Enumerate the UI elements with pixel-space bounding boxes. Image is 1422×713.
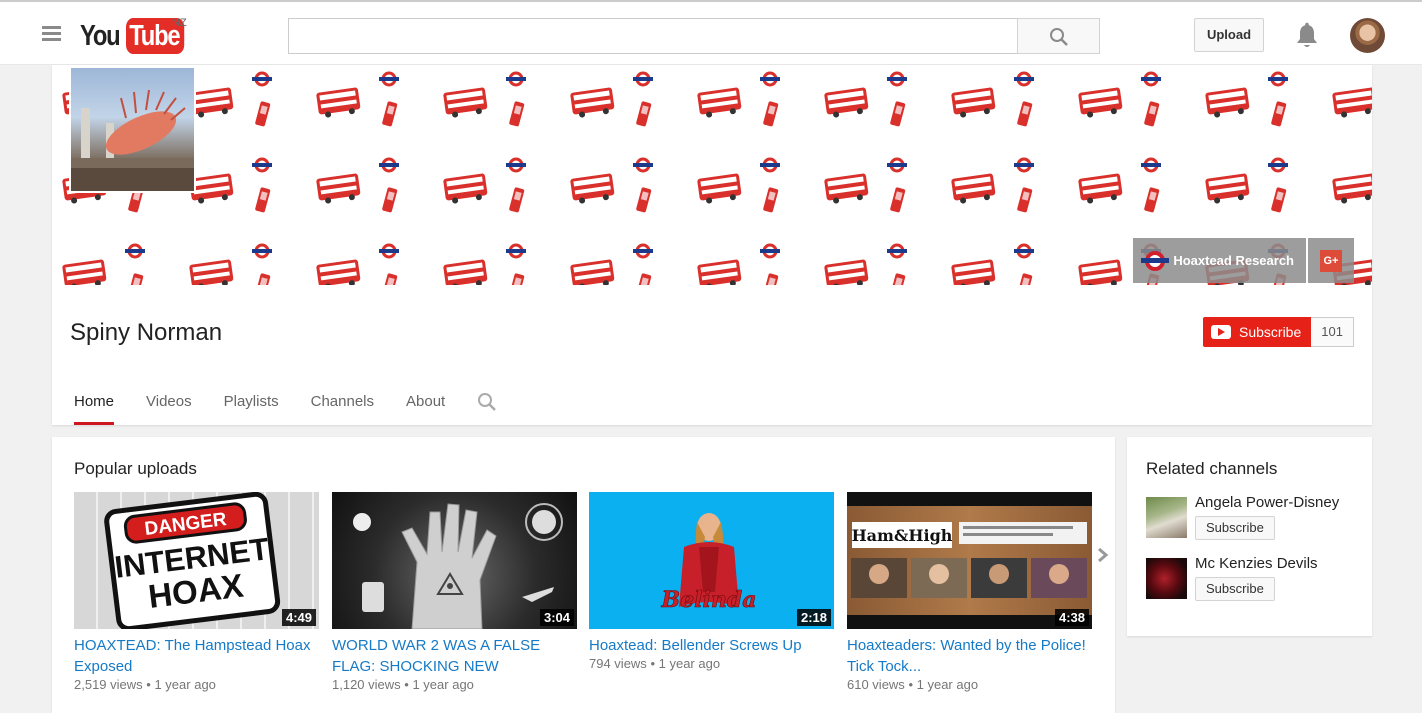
roundel-icon xyxy=(1141,250,1170,271)
upload-age: 1 year ago xyxy=(412,677,474,692)
upload-age: 1 year ago xyxy=(154,677,216,692)
channel-header: Hoaxtead Research G+ Spiny Norman Subscr… xyxy=(52,65,1372,425)
banner-link-hoaxtead-research[interactable]: Hoaxtead Research xyxy=(1133,238,1306,283)
google-plus-icon: G+ xyxy=(1320,249,1342,272)
youtube-logo[interactable]: You Tube NZ xyxy=(80,17,197,54)
subscriber-count: 101 xyxy=(1311,317,1354,347)
banner-link-label: Hoaxtead Research xyxy=(1173,253,1294,268)
upload-age: 1 year ago xyxy=(658,656,721,671)
account-avatar[interactable] xyxy=(1350,18,1385,53)
video-thumbnail[interactable]: Ham&High 4:38 xyxy=(847,492,1092,629)
subscribe-group: Subscribe 101 xyxy=(1203,317,1354,347)
tab-home[interactable]: Home xyxy=(74,383,115,425)
video-card: 3:04 WORLD WAR 2 WAS A FALSE FLAG: SHOCK… xyxy=(332,492,577,692)
subscribe-label: Subscribe xyxy=(1239,324,1302,340)
related-subscribe-button[interactable]: Subscribe xyxy=(1195,577,1275,601)
section-title: Popular uploads xyxy=(74,459,197,478)
video-meta: 794 views • 1 year ago xyxy=(589,656,834,671)
video-duration: 2:18 xyxy=(796,609,831,626)
video-title-link[interactable]: WORLD WAR 2 WAS A FALSE FLAG: SHOCKING N… xyxy=(332,635,577,677)
youtube-play-icon xyxy=(1211,325,1231,339)
meta-separator: • xyxy=(650,656,655,671)
subscribe-button[interactable]: Subscribe xyxy=(1203,317,1312,347)
related-channel-item: Angela Power-Disney Subscribe xyxy=(1146,494,1366,540)
notifications-bell-icon[interactable] xyxy=(1294,22,1320,50)
channel-search-icon[interactable] xyxy=(477,392,497,412)
region-code: NZ xyxy=(172,17,187,29)
video-duration: 3:04 xyxy=(539,609,574,626)
channel-name: Spiny Norman xyxy=(70,319,223,346)
video-duration: 4:49 xyxy=(281,609,316,626)
video-meta: 610 views • 1 year ago xyxy=(847,677,1092,692)
tab-videos[interactable]: Videos xyxy=(146,383,192,425)
video-thumbnail[interactable]: 3:04 xyxy=(332,492,577,629)
related-channel-avatar[interactable] xyxy=(1146,497,1187,538)
logo-you-text: You xyxy=(80,20,121,52)
hamburger-menu-icon[interactable] xyxy=(42,26,61,42)
chevron-right-icon[interactable] xyxy=(1097,547,1109,563)
video-meta: 2,519 views • 1 year ago xyxy=(74,677,319,692)
channel-avatar[interactable] xyxy=(69,66,196,193)
search-icon xyxy=(1050,28,1068,46)
view-count: 2,519 views xyxy=(74,677,143,692)
upload-age: 1 year ago xyxy=(916,677,979,692)
video-title-link[interactable]: HOAXTEAD: The Hampstead Hoax Exposed xyxy=(74,635,319,677)
video-card: Belinda 2:18 Hoaxtead: Bellender Screws … xyxy=(589,492,834,671)
popular-uploads-section: Popular uploads DANGER INTERNET HOAX 4:4… xyxy=(52,437,1115,713)
tab-about[interactable]: About xyxy=(406,383,445,425)
tab-playlists[interactable]: Playlists xyxy=(224,383,279,425)
view-count: 794 views xyxy=(589,656,647,671)
related-subscribe-button[interactable]: Subscribe xyxy=(1195,516,1275,540)
video-title-link[interactable]: Hoaxteaders: Wanted by the Police! Tick … xyxy=(847,635,1092,677)
related-channel-avatar[interactable] xyxy=(1146,558,1187,599)
section-title: Related channels xyxy=(1146,459,1278,478)
related-channel-name[interactable]: Mc Kenzies Devils xyxy=(1195,555,1318,572)
related-channel-item: Mc Kenzies Devils Subscribe xyxy=(1146,555,1366,601)
related-channel-name[interactable]: Angela Power-Disney xyxy=(1195,494,1339,511)
banner-link-google-plus[interactable]: G+ xyxy=(1308,238,1354,283)
video-meta: 1,120 views • 1 year ago xyxy=(332,677,577,692)
upload-button[interactable]: Upload xyxy=(1194,18,1264,52)
video-duration: 4:38 xyxy=(1054,609,1089,626)
video-card: DANGER INTERNET HOAX 4:49 HOAXTEAD: The … xyxy=(74,492,319,692)
video-card: Ham&High 4:38 Hoaxteaders: Wanted by the… xyxy=(847,492,1092,692)
channel-tabs: Home Videos Playlists Channels About xyxy=(74,383,497,425)
meta-separator: • xyxy=(908,677,913,692)
thumb-text-belinda: Belinda xyxy=(661,587,757,613)
video-thumbnail[interactable]: DANGER INTERNET HOAX 4:49 xyxy=(74,492,319,629)
thumb-text-ham-high: Ham&High xyxy=(852,526,953,545)
tab-channels[interactable]: Channels xyxy=(311,383,374,425)
banner-links: Hoaxtead Research G+ xyxy=(1133,238,1354,283)
meta-separator: • xyxy=(146,677,151,692)
masthead: You Tube NZ Upload xyxy=(0,0,1422,65)
search-input[interactable] xyxy=(288,18,1018,54)
related-channels-section: Related channels Angela Power-Disney Sub… xyxy=(1127,437,1372,636)
video-thumbnail[interactable]: Belinda 2:18 xyxy=(589,492,834,629)
meta-separator: • xyxy=(404,677,409,692)
view-count: 1,120 views xyxy=(332,677,401,692)
search-button[interactable] xyxy=(1017,18,1100,54)
view-count: 610 views xyxy=(847,677,905,692)
